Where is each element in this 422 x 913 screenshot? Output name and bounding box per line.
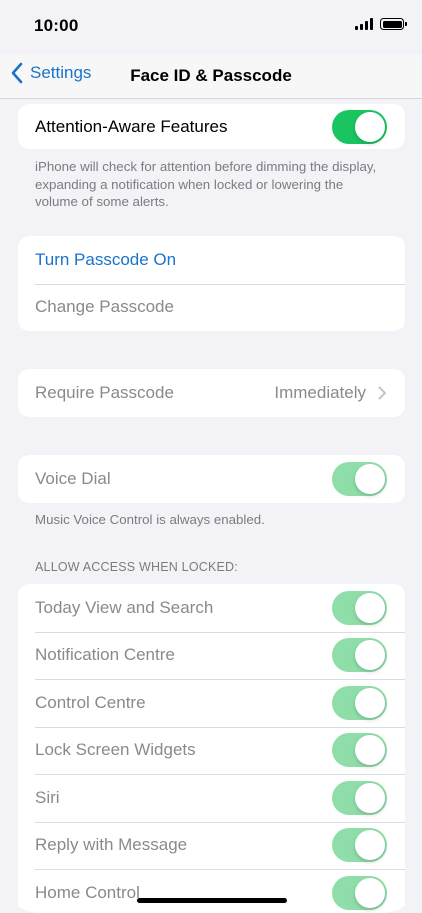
turn-passcode-on-label: Turn Passcode On	[35, 249, 177, 269]
lock-screen-widgets-toggle	[332, 733, 387, 768]
chevron-right-icon	[378, 386, 386, 400]
require-passcode-group: Require Passcode Immediately	[18, 369, 405, 417]
locked-access-row: Siri	[18, 774, 405, 822]
reply-with-message-toggle	[332, 828, 387, 863]
locked-access-row: Home Control	[18, 869, 405, 913]
voice-dial-footnote: Music Voice Control is always enabled.	[35, 512, 265, 527]
locked-access-label: Lock Screen Widgets	[35, 740, 196, 760]
battery-icon	[380, 18, 407, 30]
attention-group: Attention-Aware Features	[18, 104, 405, 149]
locked-access-label: Today View and Search	[35, 597, 214, 617]
locked-access-row: Notification Centre	[18, 631, 405, 680]
locked-access-row: Reply with Message	[18, 821, 405, 870]
locked-access-label: Siri	[35, 787, 60, 807]
attention-aware-row: Attention-Aware Features	[18, 104, 405, 149]
locked-access-label: Notification Centre	[35, 645, 175, 665]
locked-access-row: Today View and Search	[18, 584, 405, 632]
passcode-group: Turn Passcode On Change Passcode	[18, 236, 405, 331]
notification-centre-toggle	[332, 638, 387, 673]
change-passcode-row: Change Passcode	[18, 283, 405, 332]
home-indicator[interactable]	[137, 898, 287, 903]
siri-toggle	[332, 780, 387, 815]
voice-dial-group: Voice Dial	[18, 455, 405, 503]
home-control-toggle	[332, 875, 387, 910]
status-time: 10:00	[34, 16, 79, 35]
require-passcode-label: Require Passcode	[35, 382, 174, 402]
control-centre-toggle	[332, 685, 387, 720]
change-passcode-label: Change Passcode	[35, 297, 174, 317]
cellular-signal-icon	[355, 18, 373, 30]
page-title: Face ID & Passcode	[130, 66, 292, 85]
locked-access-label: Reply with Message	[35, 835, 188, 855]
navigation-bar: Settings Face ID & Passcode	[0, 54, 422, 99]
locked-access-header: ALLOW ACCESS WHEN LOCKED:	[35, 560, 238, 574]
require-passcode-row: Require Passcode Immediately	[18, 369, 405, 417]
attention-aware-label: Attention-Aware Features	[35, 116, 228, 136]
status-icons	[355, 18, 407, 30]
require-passcode-value: Immediately	[274, 382, 366, 402]
voice-dial-label: Voice Dial	[35, 468, 111, 488]
locked-access-row: Control Centre	[18, 679, 405, 727]
voice-dial-toggle	[332, 461, 387, 496]
turn-passcode-on-row[interactable]: Turn Passcode On	[18, 236, 405, 284]
voice-dial-row: Voice Dial	[18, 455, 405, 503]
attention-footnote: iPhone will check for attention before d…	[35, 159, 377, 209]
attention-aware-toggle[interactable]	[332, 109, 387, 144]
locked-access-group: Today View and Search Notification Centr…	[18, 584, 405, 913]
today-view-toggle	[332, 590, 387, 625]
locked-access-label: Control Centre	[35, 692, 146, 712]
status-bar: 10:00	[0, 0, 422, 54]
locked-access-row: Lock Screen Widgets	[18, 726, 405, 775]
screen: 10:00 Settings Face ID & Passcode Attent…	[0, 0, 422, 913]
